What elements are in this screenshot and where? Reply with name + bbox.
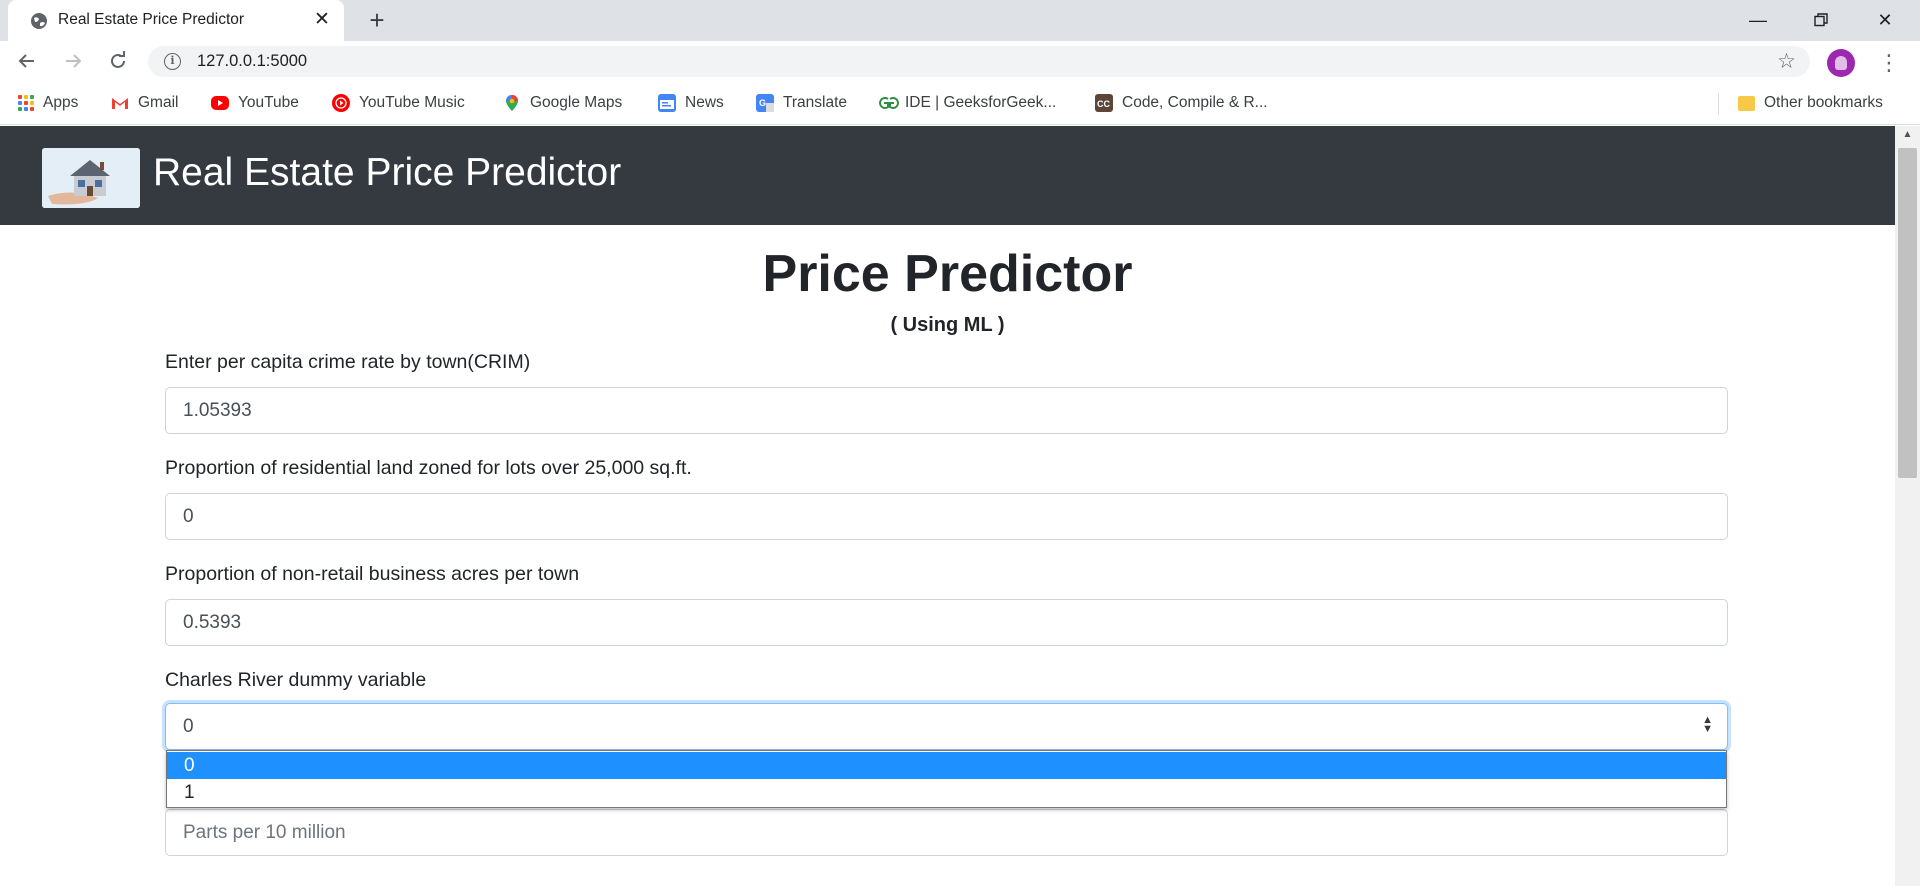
bookmark-translate[interactable]: G Translate — [756, 93, 847, 113]
chas-select-value: 0 — [183, 716, 194, 737]
bookmark-other[interactable]: Other bookmarks — [1738, 93, 1883, 113]
browser-tab[interactable]: Real Estate Price Predictor ✕ — [8, 0, 344, 41]
bookmark-youtube-music[interactable]: YouTube Music — [332, 93, 465, 113]
navbar-brand[interactable]: Real Estate Price Predictor — [153, 151, 621, 195]
browser-menu-icon[interactable]: ⋮ — [1878, 48, 1900, 78]
bookmark-label: Gmail — [138, 94, 179, 111]
browser-toolbar: i 127.0.0.1:5000 ☆ — [0, 41, 1920, 81]
google-translate-icon: G — [756, 94, 774, 112]
indus-input[interactable] — [165, 599, 1728, 646]
tab-strip: Real Estate Price Predictor ✕ + — ✕ — [0, 0, 1920, 41]
indus-label: Proportion of non-retail business acres … — [165, 563, 580, 585]
svg-text:CC: CC — [1097, 99, 1110, 109]
bookmark-gmail[interactable]: Gmail — [111, 93, 178, 113]
bookmark-news[interactable]: News — [658, 93, 724, 113]
tab-title: Real Estate Price Predictor — [58, 11, 245, 28]
zn-input[interactable] — [165, 493, 1728, 540]
geeksforgeeks-icon — [878, 94, 899, 112]
bookmark-label: Apps — [43, 94, 79, 111]
globe-icon — [30, 12, 48, 30]
bookmark-label: Other bookmarks — [1764, 94, 1883, 111]
bookmark-apps[interactable]: Apps — [18, 93, 78, 113]
forward-icon[interactable] — [58, 46, 88, 76]
back-icon[interactable] — [12, 46, 42, 76]
page-viewport: Real Estate Price Predictor Price Predic… — [0, 126, 1895, 886]
url-text: 127.0.0.1:5000 — [197, 52, 308, 70]
page-title: Price Predictor — [762, 245, 1133, 303]
codechef-icon: CC — [1095, 94, 1113, 112]
apps-grid-icon — [18, 95, 34, 111]
site-navbar: Real Estate Price Predictor — [0, 126, 1895, 225]
option-0[interactable]: 0 — [167, 752, 1726, 779]
google-maps-icon — [503, 94, 521, 112]
chas-select[interactable]: 0 ▲ ▼ — [165, 703, 1728, 750]
site-info-icon[interactable]: i — [164, 53, 181, 70]
bookmark-label: YouTube Music — [359, 94, 465, 111]
bookmark-label: IDE | GeeksforGeek... — [905, 94, 1057, 111]
bookmarks-divider — [1718, 93, 1719, 115]
chas-options-dropdown: 0 1 — [166, 750, 1727, 808]
zn-label: Proportion of residential land zoned for… — [165, 457, 692, 479]
nox-input[interactable] — [165, 809, 1728, 856]
chas-label: Charles River dummy variable — [165, 669, 427, 691]
bookmark-youtube[interactable]: YouTube — [211, 93, 299, 113]
bookmark-label: YouTube — [238, 94, 299, 111]
reload-icon[interactable] — [103, 46, 133, 76]
bookmark-label: Code, Compile & R... — [1122, 94, 1268, 111]
bookmark-google-maps[interactable]: Google Maps — [503, 93, 622, 113]
restore-icon[interactable] — [1801, 5, 1841, 35]
scrollbar-thumb[interactable] — [1898, 148, 1917, 478]
crim-input[interactable] — [165, 387, 1728, 434]
close-window-icon[interactable]: ✕ — [1865, 5, 1905, 35]
bookmark-label: Translate — [783, 94, 848, 111]
bookmark-label: News — [685, 94, 724, 111]
bookmark-codechef[interactable]: CC Code, Compile & R... — [1095, 93, 1268, 113]
close-tab-icon[interactable]: ✕ — [310, 8, 334, 32]
crim-label: Enter per capita crime rate by town(CRIM… — [165, 351, 531, 373]
svg-text:G: G — [759, 98, 766, 108]
bookmark-geeksforgeeks[interactable]: IDE | GeeksforGeek... — [878, 93, 1056, 113]
bookmark-star-icon[interactable]: ☆ — [1777, 49, 1796, 74]
youtube-music-icon — [332, 94, 350, 112]
select-caret-icon: ▲ ▼ — [1702, 714, 1713, 735]
bookmarks-bar: Apps Gmail YouTube YouTube Music Google … — [0, 81, 1920, 125]
youtube-icon — [211, 96, 229, 110]
page-scrollbar[interactable]: ▲ — [1895, 126, 1920, 886]
option-1[interactable]: 1 — [167, 779, 1726, 806]
address-bar[interactable]: i 127.0.0.1:5000 ☆ — [148, 46, 1810, 77]
page-subtitle: ( Using ML ) — [890, 314, 1005, 336]
google-news-icon — [658, 94, 676, 112]
bookmark-label: Google Maps — [530, 94, 623, 111]
scroll-up-icon[interactable]: ▲ — [1895, 128, 1920, 142]
minimize-icon[interactable]: — — [1738, 5, 1778, 35]
house-logo-icon[interactable] — [42, 148, 140, 208]
profile-avatar-icon[interactable] — [1827, 49, 1855, 77]
new-tab-icon[interactable]: + — [362, 6, 392, 36]
gmail-icon — [111, 94, 129, 112]
folder-icon — [1738, 95, 1755, 111]
